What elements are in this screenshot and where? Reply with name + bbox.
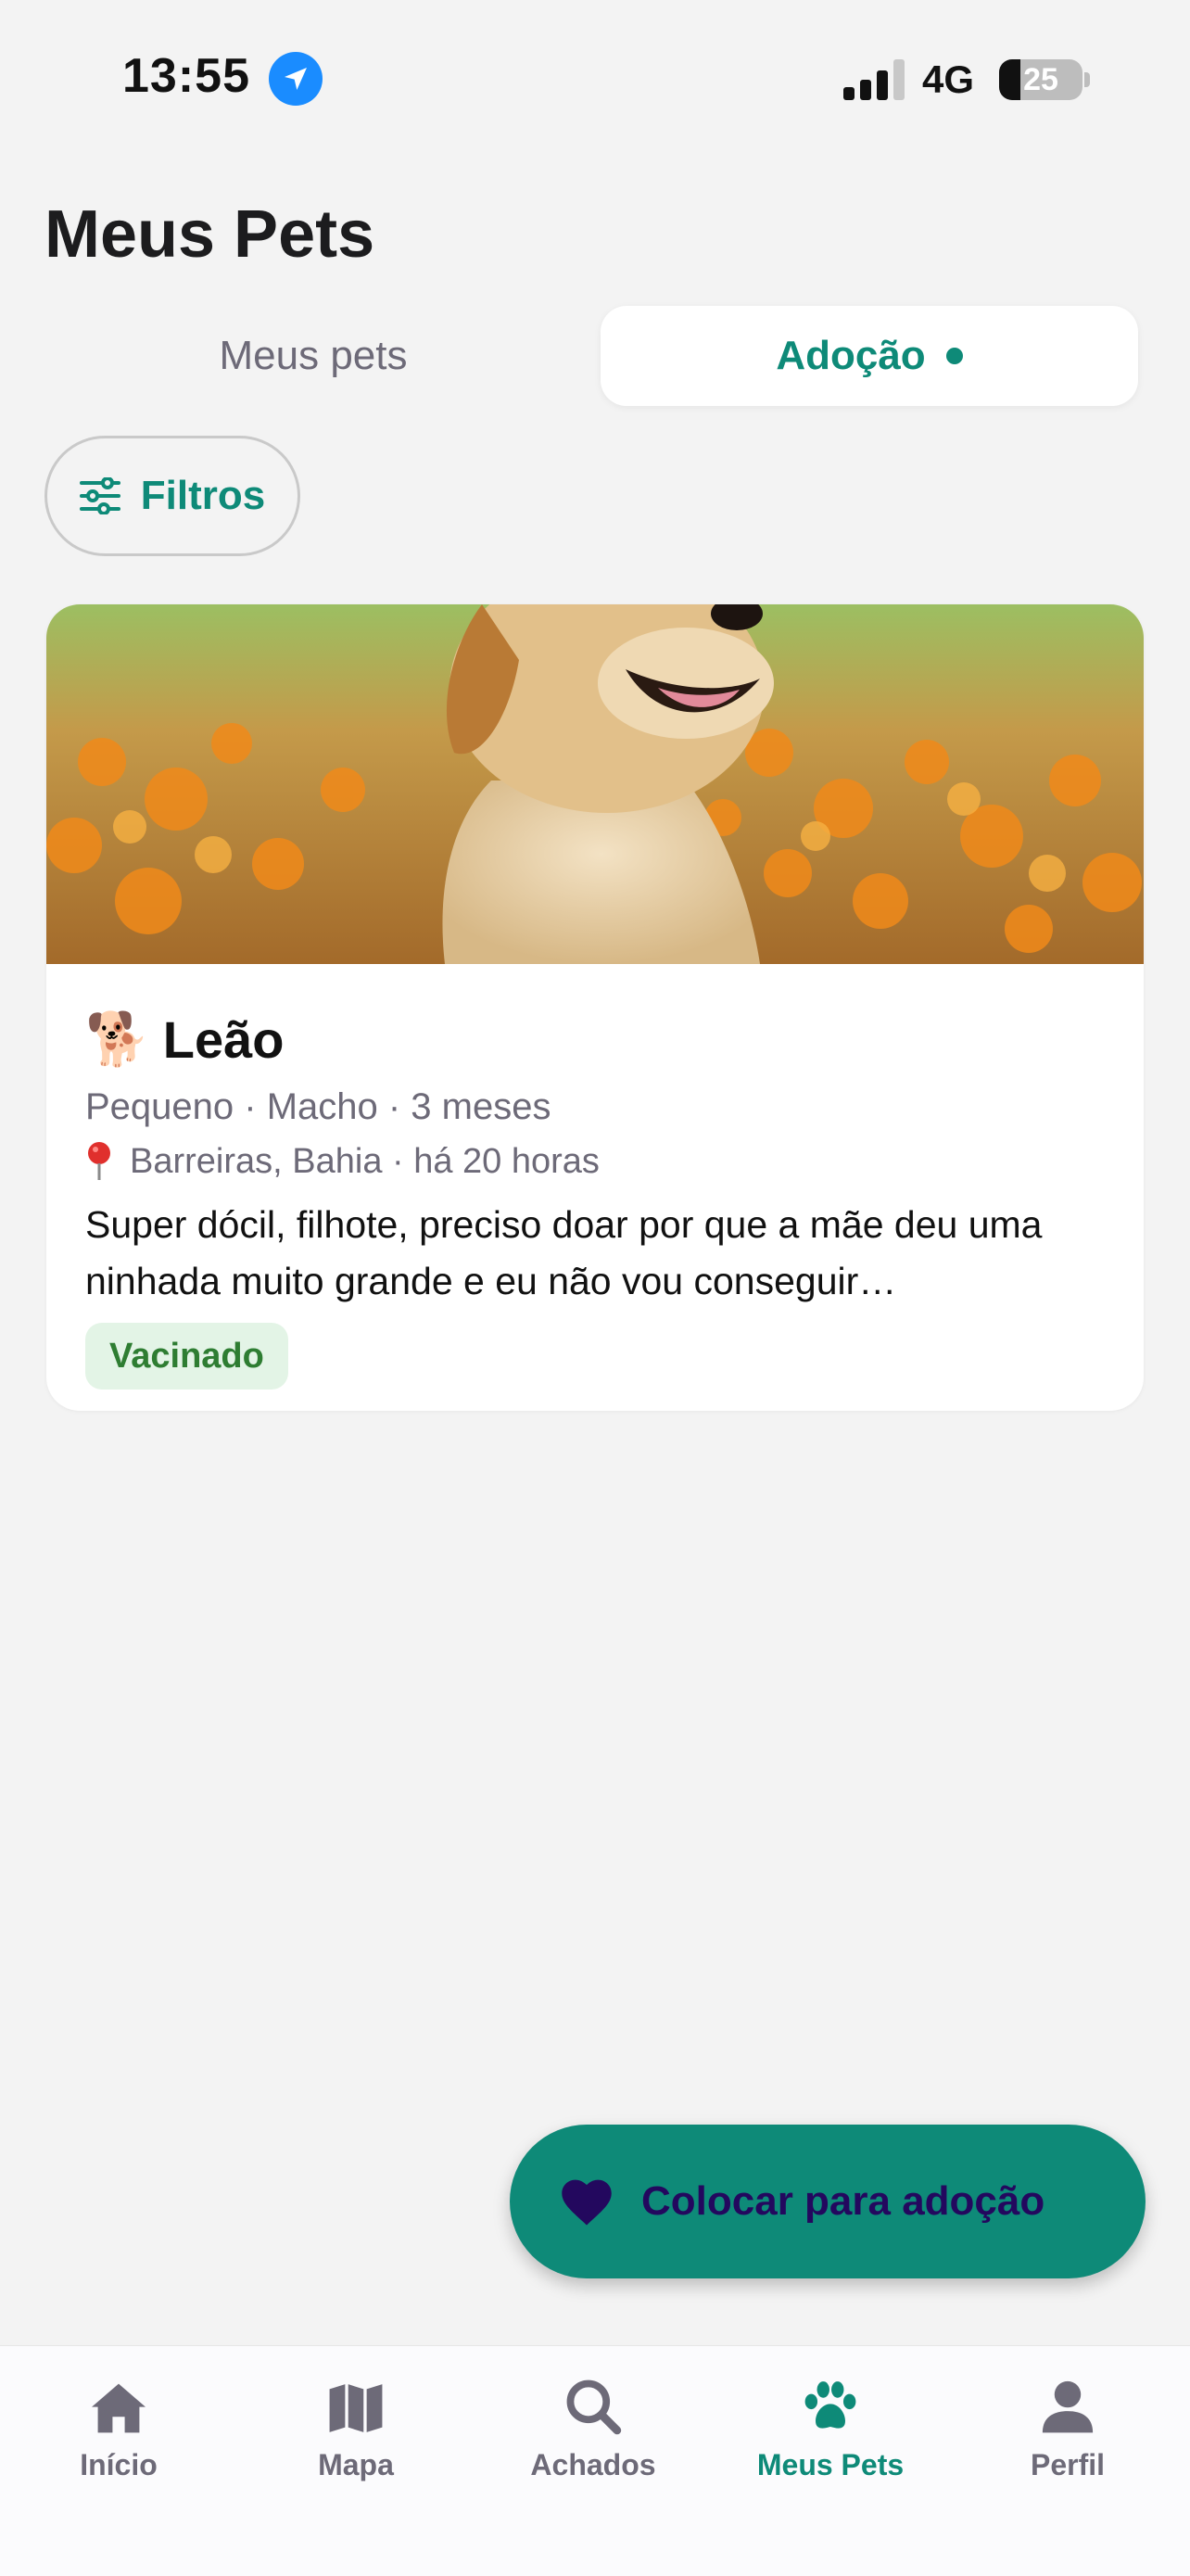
pet-name-row: 🐕 Leão [85,1007,1105,1072]
active-dot-icon [945,348,963,364]
vaccinated-badge: Vacinado [85,1323,288,1390]
tab-meus-pets-nav[interactable]: Meus Pets [712,2368,949,2507]
page-title: Meus Pets [44,197,375,272]
location-arrow-icon [269,52,323,106]
sliders-icon [79,477,120,514]
home-icon [92,2383,146,2433]
tab-adocao-label: Adoção [776,333,926,378]
tab-bar: Início Mapa Achados Meus Pets Perfil [0,2345,1190,2576]
pet-photo [46,604,1144,964]
tab-achados[interactable]: Achados [475,2368,712,2507]
cellular-signal-icon [843,59,905,100]
tab-mapa[interactable]: Mapa [237,2368,475,2507]
location-pin-icon [88,1142,110,1180]
tab-achados-label: Achados [530,2448,656,2481]
map-icon [329,2384,383,2432]
search-icon [566,2379,622,2435]
pet-card-body: 🐕 Leão Pequeno · Macho · 3 meses Barreir… [85,1007,1105,1390]
tab-meus-pets-nav-label: Meus Pets [756,2448,905,2481]
pet-description: Super dócil, filhote, preciso doar por q… [85,1203,1043,1302]
tab-perfil[interactable]: Perfil [949,2368,1186,2507]
pet-location-row: Barreiras, Bahia · há 20 horas [85,1141,1105,1182]
tab-perfil-label: Perfil [1030,2448,1106,2481]
tab-adocao[interactable]: Adoção [601,306,1138,406]
battery-cap [1084,72,1090,87]
put-for-adoption-label: Colocar para adoção [641,2178,1045,2224]
pet-meta: Pequeno · Macho · 3 meses [85,1086,551,1127]
tab-meus-pets-label: Meus pets [219,333,408,378]
battery-icon: 25 [999,59,1082,100]
segmented-control: Meus pets Adoção [44,306,1138,406]
paw-icon [804,2381,856,2429]
status-time: 13:55 [122,49,250,103]
tab-inicio[interactable]: Início [0,2368,237,2507]
status-bar: 13:55 4G 25 [0,0,1190,158]
tab-mapa-label: Mapa [318,2448,394,2481]
pet-name: Leão [162,1009,285,1069]
tab-inicio-label: Início [80,2448,158,2481]
network-type: 4G [922,57,975,101]
pet-location: Barreiras, Bahia · há 20 horas [130,1141,600,1181]
tab-meus-pets[interactable]: Meus pets [44,306,582,406]
filters-button[interactable]: Filtros [44,436,300,556]
dog-icon: 🐕 [85,1009,150,1068]
filters-label: Filtros [140,473,266,518]
pet-card[interactable]: 🐕 Leão Pequeno · Macho · 3 meses Barreir… [46,604,1144,1411]
person-icon [1042,2380,1094,2433]
battery-percent: 25 [1023,62,1058,97]
put-for-adoption-button[interactable]: Colocar para adoção [510,2125,1146,2278]
heart-icon [562,2179,612,2226]
